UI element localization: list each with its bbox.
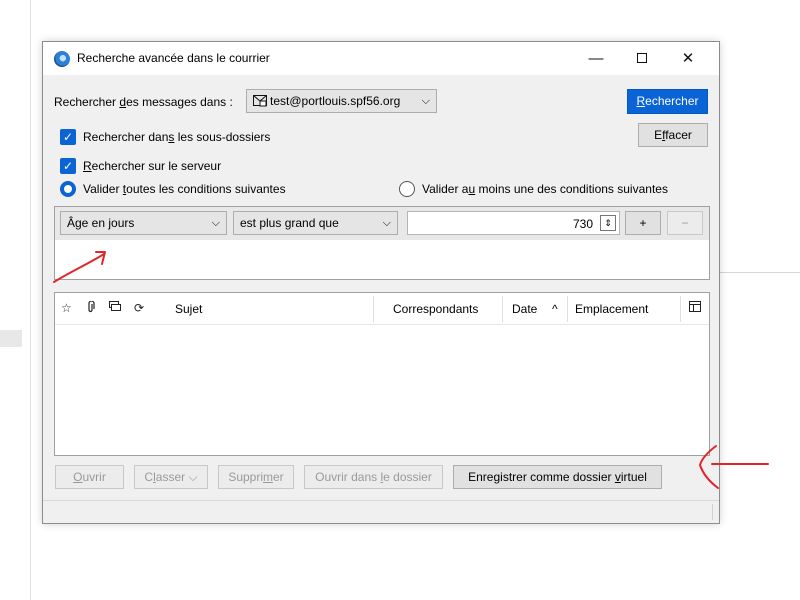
column-location[interactable]: Emplacement <box>575 302 648 316</box>
server-label: Rechercher sur le serveur <box>83 159 222 173</box>
window-title: Recherche avancée dans le courrier <box>77 51 270 65</box>
account-dropdown[interactable]: test@portlouis.spf56.org ⌵ <box>246 89 437 113</box>
delete-button[interactable]: Supprimer <box>218 465 294 489</box>
thread-icon[interactable] <box>109 301 121 312</box>
chevron-down-icon: ⌵ <box>421 94 430 107</box>
star-icon[interactable]: ☆ <box>61 301 72 315</box>
background-app-item <box>0 330 22 347</box>
column-picker-icon[interactable] <box>689 301 701 312</box>
open-in-folder-button[interactable]: Ouvrir dans le dossier <box>304 465 443 489</box>
background-divider <box>720 272 800 273</box>
condition-field-value: Âge en jours <box>67 216 135 230</box>
server-checkbox[interactable]: ✓ <box>60 158 76 174</box>
background-app-sidebar <box>0 0 31 600</box>
column-header: ☆ ⟳ Sujet Correspondants Date ^ Emplacem… <box>55 293 709 325</box>
minimize-icon: — <box>588 50 604 67</box>
condition-field-dropdown[interactable]: Âge en jours ⌵ <box>60 211 227 235</box>
mail-account-icon <box>253 95 267 107</box>
subfolders-checkbox[interactable]: ✓ <box>60 129 76 145</box>
condition-operator-dropdown[interactable]: est plus grand que ⌵ <box>233 211 398 235</box>
sort-ascending-icon: ^ <box>552 302 558 316</box>
match-all-radio[interactable] <box>60 181 76 197</box>
condition-value-input[interactable]: 730 ⇕ <box>407 211 620 235</box>
chevron-down-icon: ⌵ <box>382 216 391 229</box>
match-all-label: Valider toutes les conditions suivantes <box>83 182 286 196</box>
close-icon: ✕ <box>681 50 695 67</box>
file-to-button[interactable]: Classer ⌵ <box>134 465 208 489</box>
open-button[interactable]: Ouvrir <box>55 465 124 489</box>
column-date[interactable]: Date <box>512 302 537 316</box>
account-value: test@portlouis.spf56.org <box>270 94 401 108</box>
clear-button[interactable]: Effacer <box>638 123 708 147</box>
condition-row: Âge en jours ⌵ est plus grand que ⌵ 730 … <box>55 207 709 240</box>
maximize-icon <box>637 52 647 63</box>
condition-value: 730 <box>572 217 593 231</box>
advanced-search-dialog: Recherche avancée dans le courrier — ✕ R… <box>42 41 720 524</box>
column-subject[interactable]: Sujet <box>175 302 202 316</box>
results-list[interactable]: ☆ ⟳ Sujet Correspondants Date ^ Emplacem… <box>54 292 710 456</box>
add-condition-button[interactable]: + <box>625 211 661 235</box>
thunderbird-app-icon <box>54 51 70 67</box>
search-button[interactable]: Rechercher <box>627 89 708 114</box>
status-bar <box>43 500 719 523</box>
search-in-label: Rechercher des messages dans : <box>54 95 233 109</box>
remove-condition-button[interactable]: − <box>667 211 703 235</box>
subfolders-label: Rechercher dans les sous-dossiers <box>83 130 271 144</box>
spinner-icon[interactable]: ⇕ <box>600 215 616 231</box>
chevron-down-icon: ⌵ <box>188 470 198 484</box>
conditions-panel: Âge en jours ⌵ est plus grand que ⌵ 730 … <box>54 206 710 280</box>
title-bar[interactable]: Recherche avancée dans le courrier — ✕ <box>43 42 719 75</box>
close-button[interactable]: ✕ <box>665 42 711 75</box>
column-correspondents[interactable]: Correspondants <box>393 302 478 316</box>
save-as-virtual-folder-button[interactable]: Enregistrer comme dossier virtuel <box>453 465 662 489</box>
resize-grip[interactable] <box>712 504 713 520</box>
maximize-button[interactable] <box>619 42 665 75</box>
read-status-icon[interactable]: ⟳ <box>134 301 144 315</box>
attachment-icon[interactable] <box>87 301 95 313</box>
condition-operator-value: est plus grand que <box>240 216 339 230</box>
match-any-radio[interactable] <box>399 181 415 197</box>
chevron-down-icon: ⌵ <box>211 216 220 229</box>
match-any-label: Valider au moins une des conditions suiv… <box>422 182 668 196</box>
minimize-button[interactable]: — <box>573 42 619 75</box>
